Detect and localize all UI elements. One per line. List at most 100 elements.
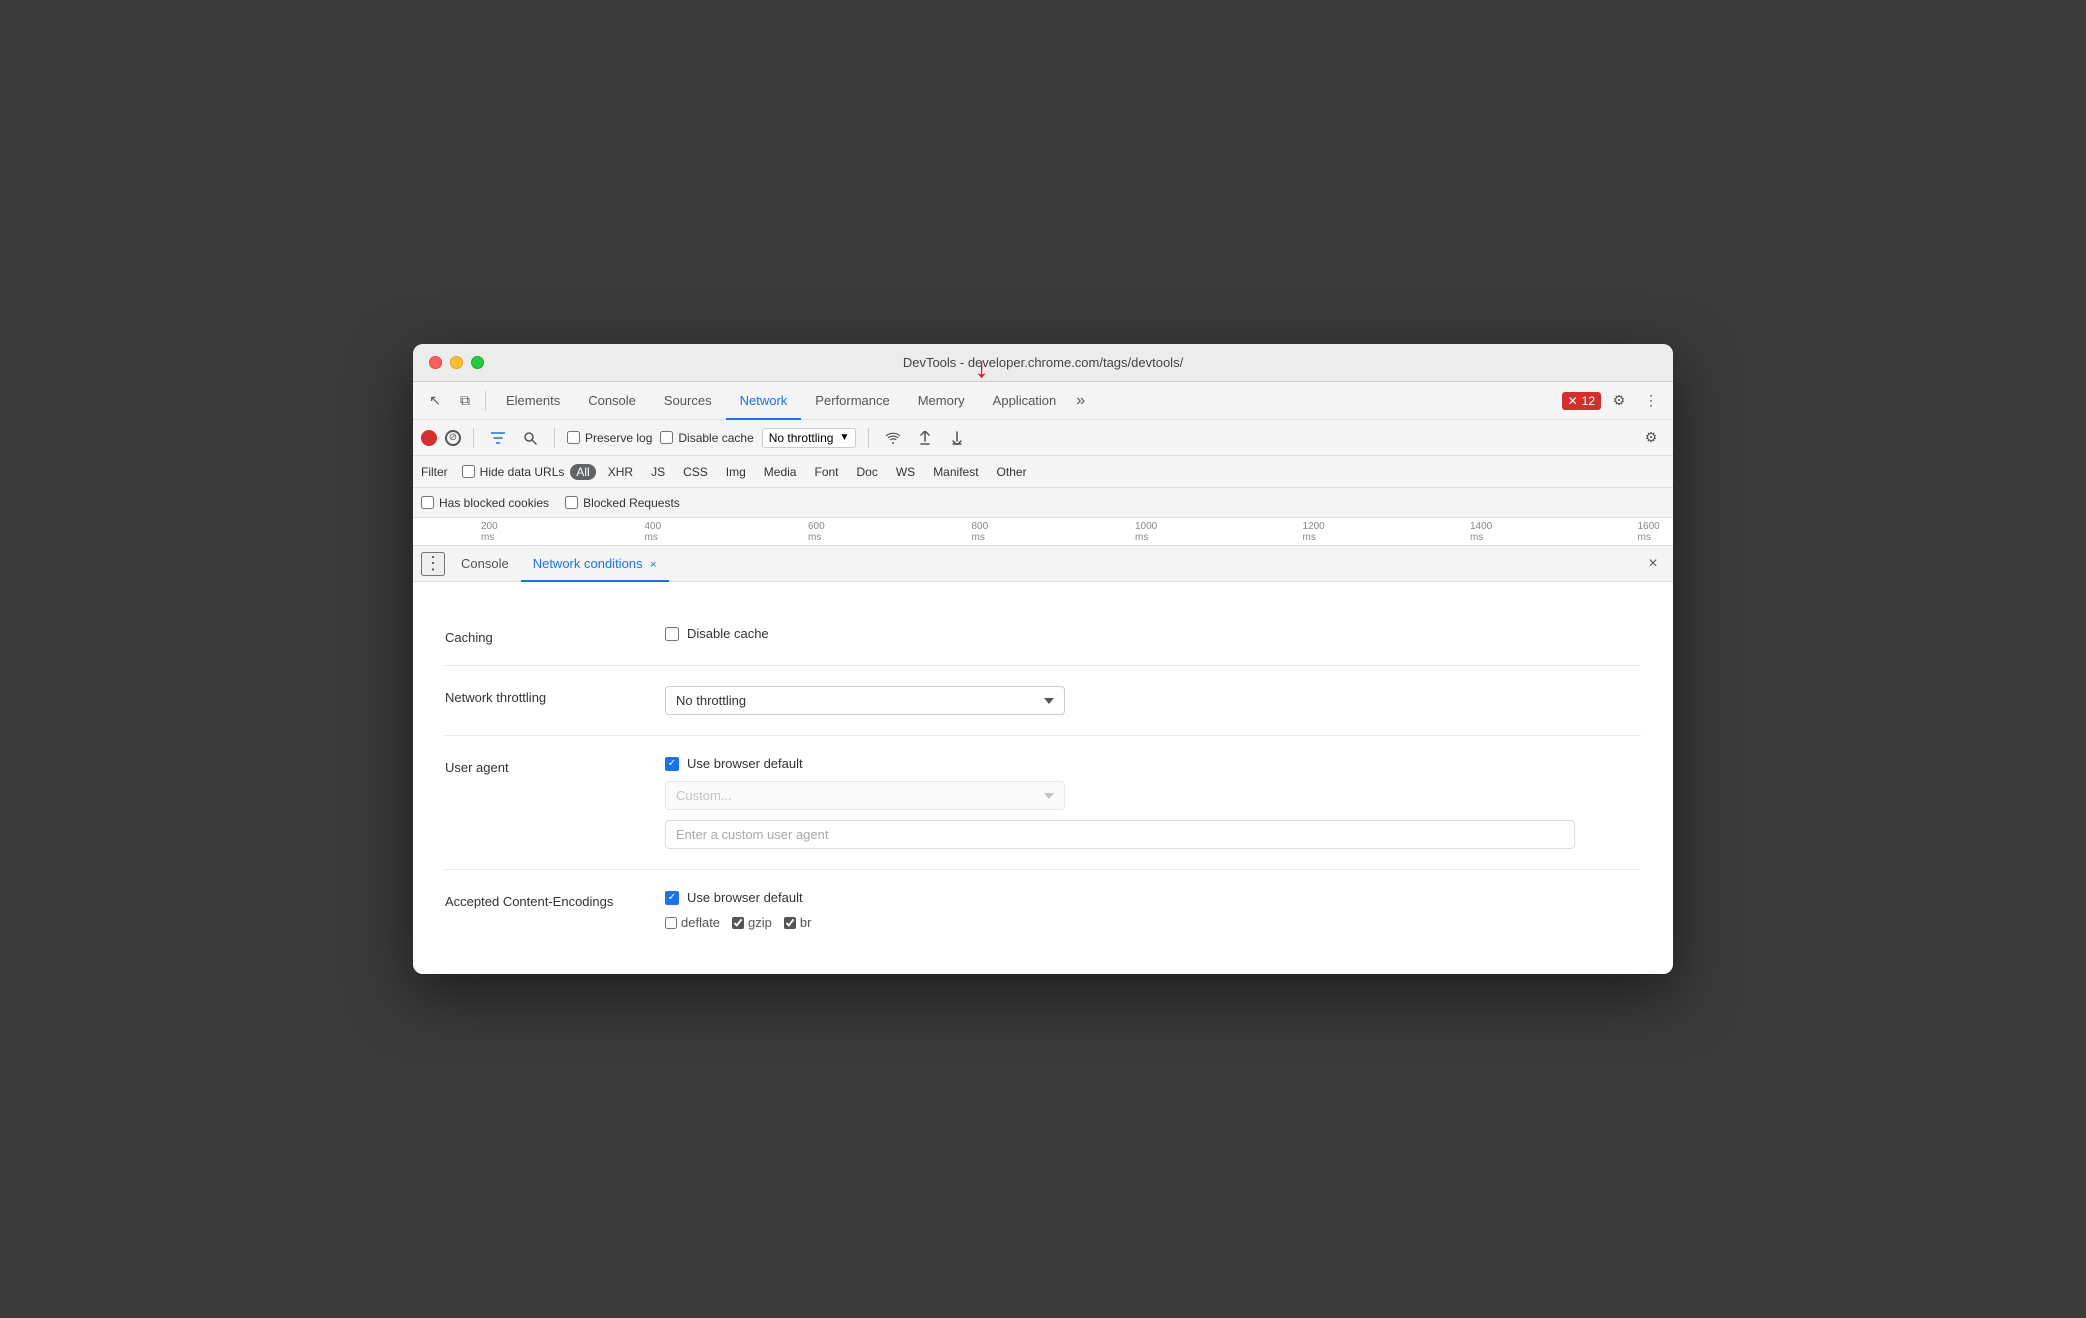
disable-cache-row: Disable cache — [665, 626, 1641, 641]
tab-performance[interactable]: Performance — [801, 382, 903, 420]
br-label: br — [800, 915, 812, 930]
filter-type-manifest[interactable]: Manifest — [927, 464, 984, 480]
layers-icon[interactable]: ⧉ — [451, 387, 479, 415]
br-checkbox[interactable] — [784, 917, 796, 929]
br-item: br — [784, 915, 812, 930]
throttle-dropdown[interactable]: No throttling ▼ — [762, 428, 857, 448]
toolbar-divider-2 — [473, 428, 474, 448]
upload-icon[interactable] — [913, 426, 937, 450]
filter-type-img[interactable]: Img — [720, 464, 752, 480]
throttling-row: Network throttling No throttling Fast 3G… — [445, 666, 1641, 736]
traffic-lights — [429, 356, 484, 369]
hide-data-urls-input[interactable] — [462, 465, 475, 478]
tab-network-conditions[interactable]: Network conditions × — [521, 546, 669, 582]
tick-200: 200 ms — [481, 521, 505, 543]
title-bar: DevTools - developer.chrome.com/tags/dev… — [413, 344, 1673, 382]
filter-type-js[interactable]: JS — [645, 464, 671, 480]
deflate-label: deflate — [681, 915, 720, 930]
caching-controls: Disable cache — [665, 626, 1641, 641]
use-browser-default-enc-checkbox[interactable]: ✓ — [665, 891, 679, 905]
filter-type-media[interactable]: Media — [758, 464, 803, 480]
tick-1400: 1400 ms — [1470, 521, 1498, 543]
bottom-panel: ⋮ Console Network conditions × × Caching… — [413, 546, 1673, 974]
record-button[interactable] — [421, 430, 437, 446]
tab-application[interactable]: Application — [979, 382, 1071, 420]
disable-cache-input[interactable] — [660, 431, 673, 444]
panel-menu-icon[interactable]: ⋮ — [421, 552, 445, 576]
gzip-label: gzip — [748, 915, 772, 930]
tab-elements[interactable]: Elements — [492, 382, 574, 420]
minimize-traffic-light[interactable] — [450, 356, 463, 369]
blocked-bar: Has blocked cookies Blocked Requests — [413, 488, 1673, 518]
download-icon[interactable] — [945, 426, 969, 450]
more-tabs-button[interactable]: » — [1070, 382, 1091, 420]
deflate-checkbox[interactable] — [665, 917, 677, 929]
disable-cache-nc-label: Disable cache — [687, 626, 769, 641]
tab-memory[interactable]: Memory — [904, 382, 979, 420]
devtools-window: DevTools - developer.chrome.com/tags/dev… — [413, 344, 1673, 974]
disable-cache-label: Disable cache — [678, 431, 753, 445]
customize-icon[interactable]: ⋮ — [1637, 387, 1665, 415]
has-blocked-cookies-input[interactable] — [421, 496, 434, 509]
network-settings-icon[interactable]: ⚙ — [1637, 424, 1665, 452]
preserve-log-input[interactable] — [567, 431, 580, 444]
filter-type-css[interactable]: CSS — [677, 464, 714, 480]
tab-console[interactable]: Console — [574, 382, 650, 420]
filter-icon[interactable] — [486, 426, 510, 450]
tick-1600: 1600 ms — [1638, 521, 1666, 543]
timeline-bar: 200 ms 400 ms 600 ms 800 ms 1000 ms 1200… — [413, 518, 1673, 546]
filter-type-font[interactable]: Font — [808, 464, 844, 480]
cursor-icon[interactable]: ↖ — [421, 387, 449, 415]
toolbar-right: ✕ 12 ⚙ ⋮ — [1562, 387, 1665, 415]
has-blocked-cookies-checkbox[interactable]: Has blocked cookies — [421, 496, 549, 510]
network-toolbar: ⊘ Preserve log Disable cache No throttli… — [413, 420, 1673, 456]
hide-data-urls-checkbox[interactable]: Hide data URLs — [462, 465, 565, 479]
filter-type-all[interactable]: All — [570, 464, 595, 480]
caching-label: Caching — [445, 626, 665, 645]
throttling-controls: No throttling Fast 3G Slow 3G Offline Cu… — [665, 686, 1641, 715]
clear-button[interactable]: ⊘ — [445, 430, 461, 446]
preserve-log-checkbox[interactable]: Preserve log — [567, 431, 652, 445]
use-browser-default-label: Use browser default — [687, 756, 803, 771]
filter-type-other[interactable]: Other — [991, 464, 1033, 480]
use-browser-default-row: ✓ Use browser default — [665, 756, 1641, 771]
tab-network[interactable]: Network — [726, 382, 802, 420]
tick-1000: 1000 ms — [1135, 521, 1163, 543]
error-badge[interactable]: ✕ 12 — [1562, 392, 1601, 410]
disable-cache-checkbox[interactable]: Disable cache — [660, 431, 753, 445]
blocked-requests-checkbox[interactable]: Blocked Requests — [565, 496, 680, 510]
close-panel-button[interactable]: × — [1641, 552, 1665, 576]
network-conditions-tab-label: Network conditions — [533, 556, 643, 571]
wifi-icon[interactable] — [881, 426, 905, 450]
maximize-traffic-light[interactable] — [471, 356, 484, 369]
tab-console-bottom[interactable]: Console — [449, 546, 521, 582]
use-browser-default-enc-label: Use browser default — [687, 890, 803, 905]
throttling-select[interactable]: No throttling Fast 3G Slow 3G Offline Cu… — [665, 686, 1065, 715]
throttling-label: Network throttling — [445, 686, 665, 705]
error-count: 12 — [1582, 394, 1595, 408]
throttle-chevron: ▼ — [839, 432, 849, 443]
close-traffic-light[interactable] — [429, 356, 442, 369]
custom-ua-input[interactable] — [665, 820, 1575, 849]
tick-800: 800 ms — [972, 521, 996, 543]
toolbar-divider-4 — [868, 428, 869, 448]
toolbar-divider-1 — [485, 391, 486, 411]
tick-600: 600 ms — [808, 521, 832, 543]
devtools-toolbar: ↖ ⧉ Elements Console Sources Network Per… — [413, 382, 1673, 420]
use-browser-default-checkbox[interactable]: ✓ — [665, 757, 679, 771]
network-conditions-close[interactable]: × — [650, 559, 656, 571]
filter-type-doc[interactable]: Doc — [851, 464, 884, 480]
blocked-requests-input[interactable] — [565, 496, 578, 509]
settings-icon[interactable]: ⚙ — [1605, 387, 1633, 415]
use-browser-default-enc-row: ✓ Use browser default — [665, 890, 1641, 905]
filter-bar: Filter Hide data URLs All XHR JS CSS Img… — [413, 456, 1673, 488]
user-agent-label: User agent — [445, 756, 665, 775]
tab-sources[interactable]: Sources — [650, 382, 726, 420]
gzip-checkbox[interactable] — [732, 917, 744, 929]
disable-cache-nc-input[interactable] — [665, 627, 679, 641]
search-icon[interactable] — [518, 426, 542, 450]
filter-type-xhr[interactable]: XHR — [602, 464, 639, 480]
deflate-item: deflate — [665, 915, 720, 930]
filter-type-ws[interactable]: WS — [890, 464, 921, 480]
custom-ua-select[interactable]: Custom... — [665, 781, 1065, 810]
